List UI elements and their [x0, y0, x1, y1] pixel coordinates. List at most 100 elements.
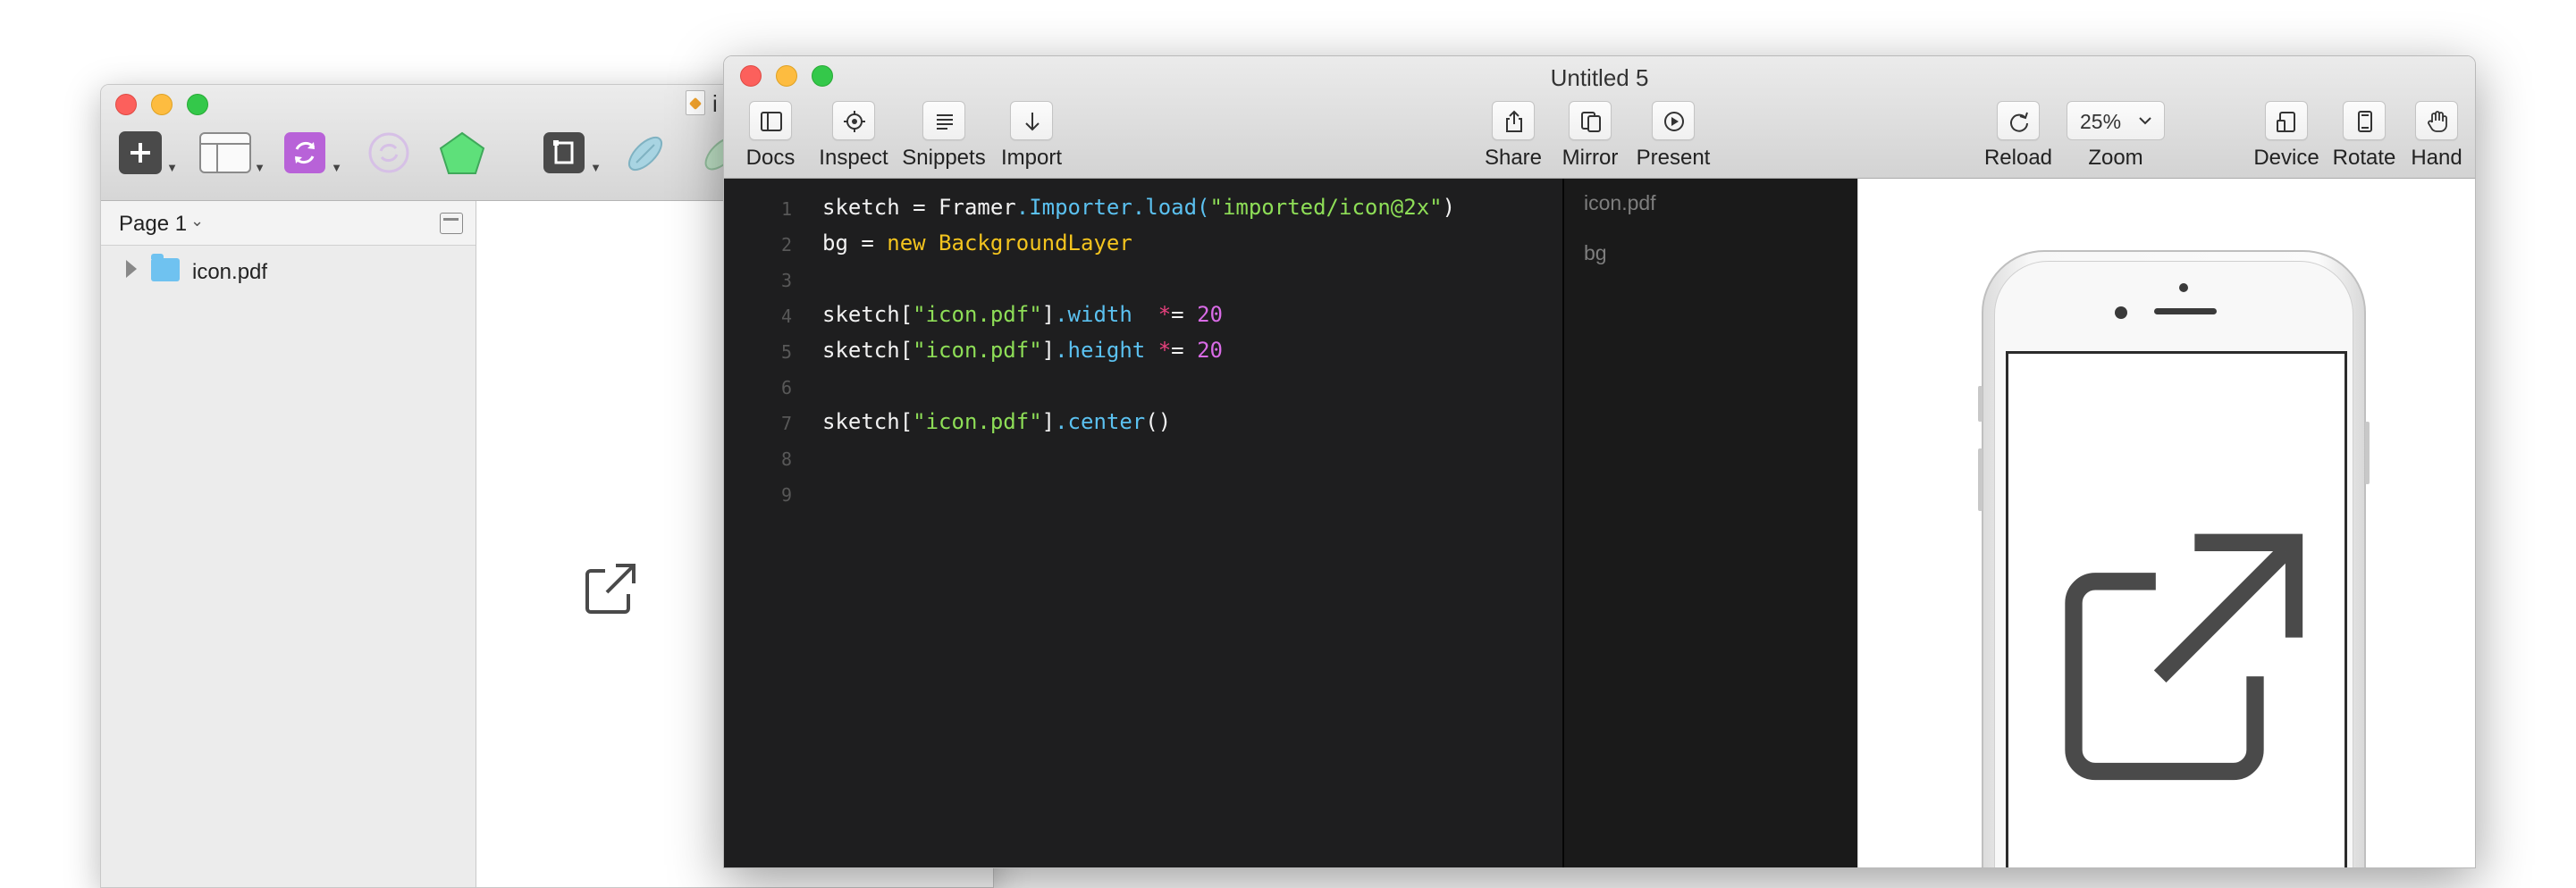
code-token: 20	[1197, 338, 1223, 363]
sync-icon	[368, 132, 409, 173]
snippets-button[interactable]: Snippets	[899, 101, 989, 172]
zoom-value: 25%	[2080, 110, 2122, 133]
phone-screen[interactable]	[2006, 351, 2347, 867]
line-number: 4	[780, 306, 792, 327]
insert-tool-button[interactable]: ▼	[119, 131, 178, 176]
code-token: bg =	[822, 230, 888, 256]
code-token: ]	[1041, 409, 1056, 434]
zoom-button[interactable]	[187, 94, 208, 115]
docs-button[interactable]: Docs	[742, 101, 799, 172]
hand-label: Hand	[2411, 146, 2462, 170]
device-button[interactable]: Device	[2249, 101, 2324, 172]
external-link-icon[interactable]	[584, 562, 637, 616]
code-token: *	[1158, 302, 1172, 327]
shape-tool-button[interactable]	[439, 131, 485, 176]
rotate-button[interactable]: Rotate	[2328, 101, 2401, 172]
sketch-document-icon	[686, 90, 705, 115]
share-label: Share	[1484, 146, 1543, 170]
device-icon	[2265, 101, 2308, 140]
code-line[interactable]: bg = new BackgroundLayer	[822, 230, 1132, 256]
link-tool-button[interactable]	[623, 131, 669, 176]
phone-side-button	[2365, 422, 2370, 484]
artboard-tool-button[interactable]: ▼	[543, 131, 602, 176]
caret-down-icon: ▼	[331, 161, 342, 174]
collapse-pages-icon[interactable]	[440, 213, 463, 234]
code-token: sketch[	[822, 409, 913, 434]
layer-item-bg[interactable]: bg	[1584, 241, 1607, 265]
code-token: sketch[	[822, 302, 913, 327]
mirror-label: Mirror	[1562, 146, 1619, 170]
code-line[interactable]: sketch["icon.pdf"].height *= 20	[822, 338, 1223, 363]
caret-down-icon: ▼	[590, 161, 602, 174]
chevron-down-icon: ⌄	[190, 212, 205, 230]
line-number: 5	[780, 341, 792, 363]
inspect-label: Inspect	[819, 146, 888, 170]
line-number: 9	[780, 484, 792, 506]
page-selector[interactable]: Page 1 ⌄	[101, 201, 476, 246]
layer-row[interactable]: icon.pdf	[101, 251, 476, 290]
phone-frame	[1978, 250, 2370, 867]
code-token: =	[1171, 338, 1198, 363]
code-token: *	[1158, 338, 1172, 363]
line-number: 2	[780, 234, 792, 256]
import-label: Import	[1000, 146, 1062, 170]
window-title: Untitled 5	[1550, 64, 1649, 91]
chevron-down-icon	[2139, 117, 2151, 125]
hand-button[interactable]: Hand	[2404, 101, 2469, 172]
share-icon	[1492, 101, 1535, 140]
device-preview[interactable]	[1857, 179, 2475, 867]
code-token: .Importer.load(	[1015, 195, 1210, 220]
code-token: .center	[1055, 409, 1146, 434]
caret-down-icon: ▼	[254, 161, 265, 174]
framer-titlebar: Untitled 5 Docs Inspect Snippets Import	[724, 56, 2475, 179]
minimize-button[interactable]	[151, 94, 173, 115]
zoom-select[interactable]: 25%	[2067, 101, 2165, 140]
present-label: Present	[1636, 146, 1711, 170]
sketch-window-title: i	[712, 90, 718, 117]
code-editor[interactable]: 1 2 3 4 5 6 7 8 9 sketch = Framer.Import…	[724, 179, 1562, 867]
docs-label: Docs	[745, 146, 796, 170]
import-button[interactable]: Import	[994, 101, 1069, 172]
code-token: ]	[1041, 338, 1056, 363]
line-number: 3	[780, 270, 792, 291]
zoom-control[interactable]: 25% Zoom	[2067, 101, 2165, 172]
code-token: "icon.pdf"	[913, 338, 1042, 363]
code-token: "icon.pdf"	[913, 409, 1042, 434]
page-label: Page 1	[119, 212, 188, 236]
layer-name: icon.pdf	[192, 260, 268, 284]
line-number: 7	[780, 413, 792, 434]
code-token: ]	[1041, 302, 1056, 327]
code-token: sketch = Framer	[822, 195, 1016, 220]
crosshair-icon	[832, 101, 875, 140]
external-link-icon[interactable]	[2048, 525, 2307, 784]
line-number: 6	[780, 377, 792, 398]
link-icon	[627, 136, 663, 172]
artboard-icon	[543, 132, 585, 173]
code-line[interactable]: sketch["icon.pdf"].center()	[822, 409, 1171, 434]
present-button[interactable]: Present	[1635, 101, 1712, 172]
code-line[interactable]: sketch = Framer.Importer.load("imported/…	[822, 195, 1455, 220]
layer-item-icon-pdf[interactable]: icon.pdf	[1584, 191, 1656, 215]
layers-sidebar: Page 1 ⌄ icon.pdf	[101, 201, 476, 887]
reload-button[interactable]: Reload	[1981, 101, 2056, 172]
code-token: "imported/icon@2x"	[1209, 195, 1443, 220]
layout-tool-button[interactable]: ▼	[199, 131, 265, 176]
reload-label: Reload	[1983, 146, 2053, 170]
code-line[interactable]: sketch["icon.pdf"].width *= 20	[822, 302, 1223, 327]
phone-icon	[2343, 101, 2386, 140]
arrow-down-icon	[1010, 101, 1053, 140]
layout-icon	[199, 132, 251, 173]
symbol-tool-button[interactable]: ▼	[283, 131, 342, 176]
disclosure-triangle-icon[interactable]	[126, 260, 137, 278]
code-token: .height	[1055, 338, 1158, 363]
close-button[interactable]	[115, 94, 137, 115]
zoom-label: Zoom	[2088, 146, 2143, 170]
sync-tool-button[interactable]	[367, 131, 412, 176]
phone-side-button	[1978, 386, 1983, 422]
share-button[interactable]: Share	[1477, 101, 1549, 172]
code-token: 20	[1197, 302, 1223, 327]
mirror-button[interactable]: Mirror	[1554, 101, 1626, 172]
code-token: "icon.pdf"	[913, 302, 1042, 327]
inspect-button[interactable]: Inspect	[813, 101, 894, 172]
play-icon	[1652, 101, 1695, 140]
